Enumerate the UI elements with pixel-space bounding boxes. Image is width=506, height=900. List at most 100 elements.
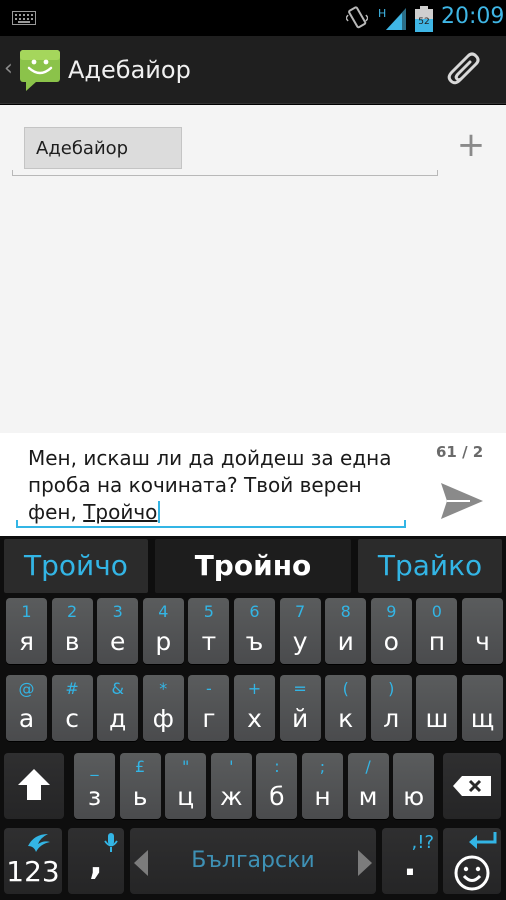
- key-label: и: [337, 627, 354, 656]
- message-input[interactable]: Мен, искаш ли да дойдеш за една проба на…: [28, 445, 400, 526]
- signal-icon: H: [378, 7, 406, 30]
- key-label: т: [201, 627, 217, 656]
- key[interactable]: @ а: [6, 675, 47, 741]
- key-label: ь: [132, 782, 148, 811]
- key[interactable]: ч: [462, 598, 503, 664]
- key[interactable]: ш: [416, 675, 458, 741]
- comma-key[interactable]: ,: [68, 828, 124, 894]
- key-label: в: [64, 627, 80, 656]
- key[interactable]: ; н: [302, 753, 343, 819]
- key-secondary-label: 0: [431, 602, 442, 621]
- key[interactable]: = й: [279, 675, 321, 741]
- shift-icon: [18, 769, 50, 800]
- svg-text:52: 52: [418, 17, 429, 27]
- key[interactable]: + х: [234, 675, 275, 741]
- emoji-enter-key[interactable]: [443, 828, 501, 894]
- key-secondary-label: 8: [340, 602, 351, 621]
- key[interactable]: 2в: [51, 598, 93, 664]
- key[interactable]: 6ъ: [234, 598, 275, 664]
- key[interactable]: * ф: [142, 675, 184, 741]
- suggestion-2[interactable]: Тройно: [155, 539, 351, 593]
- key-secondary-label: -: [206, 679, 212, 698]
- key-label: м: [358, 782, 378, 811]
- key-label: р: [155, 627, 172, 656]
- key[interactable]: ю: [393, 753, 435, 819]
- key[interactable]: ) л: [370, 675, 412, 741]
- clock: 20:09: [441, 4, 505, 29]
- key[interactable]: :б: [256, 753, 298, 819]
- conversation-title: Адебайор: [68, 56, 191, 84]
- keyboard-icon: [12, 11, 36, 25]
- key-label: п: [428, 627, 446, 656]
- key[interactable]: £ ь: [119, 753, 161, 819]
- key[interactable]: / м: [347, 753, 389, 819]
- key[interactable]: 0п: [416, 598, 458, 664]
- key-secondary-label: 5: [203, 602, 214, 621]
- key[interactable]: # с: [51, 675, 93, 741]
- key-secondary-label: ): [388, 679, 395, 698]
- key[interactable]: & д: [97, 675, 139, 741]
- key-label: у: [292, 627, 308, 656]
- key[interactable]: (к: [325, 675, 367, 741]
- svg-text:H: H: [378, 7, 386, 20]
- key[interactable]: _ з: [74, 753, 115, 819]
- key-secondary-label: ;: [319, 757, 326, 776]
- key[interactable]: ' ж: [210, 753, 252, 819]
- status-bar: H 52 20:09: [0, 0, 506, 36]
- key-label: к: [338, 704, 354, 733]
- key-secondary-label: =: [293, 679, 307, 698]
- suggestion-3[interactable]: Трайко: [358, 539, 502, 593]
- swiftkey-icon: [28, 834, 50, 852]
- key-label: д: [109, 704, 127, 733]
- key[interactable]: " ц: [165, 753, 207, 819]
- shift-key[interactable]: [4, 753, 64, 819]
- space-key[interactable]: Български: [130, 828, 376, 894]
- key[interactable]: щ: [462, 675, 503, 741]
- comma-key-label: ,: [89, 842, 103, 883]
- recipient-field-underline[interactable]: [12, 170, 438, 176]
- add-recipient-button[interactable]: +: [456, 123, 486, 167]
- back-arrow-icon[interactable]: ‹: [4, 56, 13, 81]
- compose-area: Мен, искаш ли да дойдеш за една проба на…: [0, 433, 506, 536]
- emoji-icon: [454, 855, 490, 891]
- enter-icon: [469, 832, 497, 849]
- numbers-key-label: 123: [6, 855, 60, 888]
- key-label: ъ: [245, 627, 264, 656]
- recipient-chip[interactable]: Адебайор: [24, 127, 182, 169]
- key-label: ж: [220, 782, 243, 811]
- key-secondary-label: ': [229, 757, 234, 776]
- suggestion-1[interactable]: Тройчо: [4, 539, 148, 593]
- action-bar: ‹ Адебайор: [0, 36, 506, 104]
- period-key[interactable]: ,!? .: [382, 828, 438, 894]
- key-secondary-label: 9: [386, 602, 397, 621]
- key-label: л: [383, 704, 400, 733]
- keyboard: Тройчо Тройно Трайко 1я2в3е4р5т6ъ7у8и9о0…: [0, 536, 506, 900]
- key[interactable]: 3е: [97, 598, 139, 664]
- key[interactable]: 8и: [325, 598, 367, 664]
- key[interactable]: 4р: [142, 598, 184, 664]
- send-icon[interactable]: [440, 481, 484, 521]
- key-secondary-label: +: [247, 679, 262, 698]
- recipients-area: Адебайор +: [0, 105, 506, 433]
- numbers-key[interactable]: 123: [4, 828, 62, 894]
- key[interactable]: -г: [188, 675, 230, 741]
- language-next-icon: [358, 850, 372, 876]
- key-secondary-label: /: [365, 757, 371, 776]
- messaging-app-icon[interactable]: [18, 48, 62, 92]
- key-secondary-label: ": [182, 757, 190, 776]
- key-label: ц: [177, 782, 195, 811]
- key-secondary-label: 3: [112, 602, 123, 621]
- key[interactable]: 5т: [188, 598, 230, 664]
- period-key-label: .: [403, 844, 417, 884]
- attach-icon[interactable]: [446, 50, 486, 90]
- key[interactable]: 1я: [6, 598, 47, 664]
- key[interactable]: 9о: [370, 598, 412, 664]
- composing-word: Тройчо: [83, 500, 158, 524]
- battery-icon: 52: [415, 6, 433, 32]
- key-secondary-label: 1: [21, 602, 32, 621]
- backspace-key[interactable]: [443, 753, 501, 819]
- key[interactable]: 7у: [279, 598, 321, 664]
- key-secondary-label: 7: [295, 602, 306, 621]
- key-label: с: [65, 704, 79, 733]
- key-label: е: [109, 627, 126, 656]
